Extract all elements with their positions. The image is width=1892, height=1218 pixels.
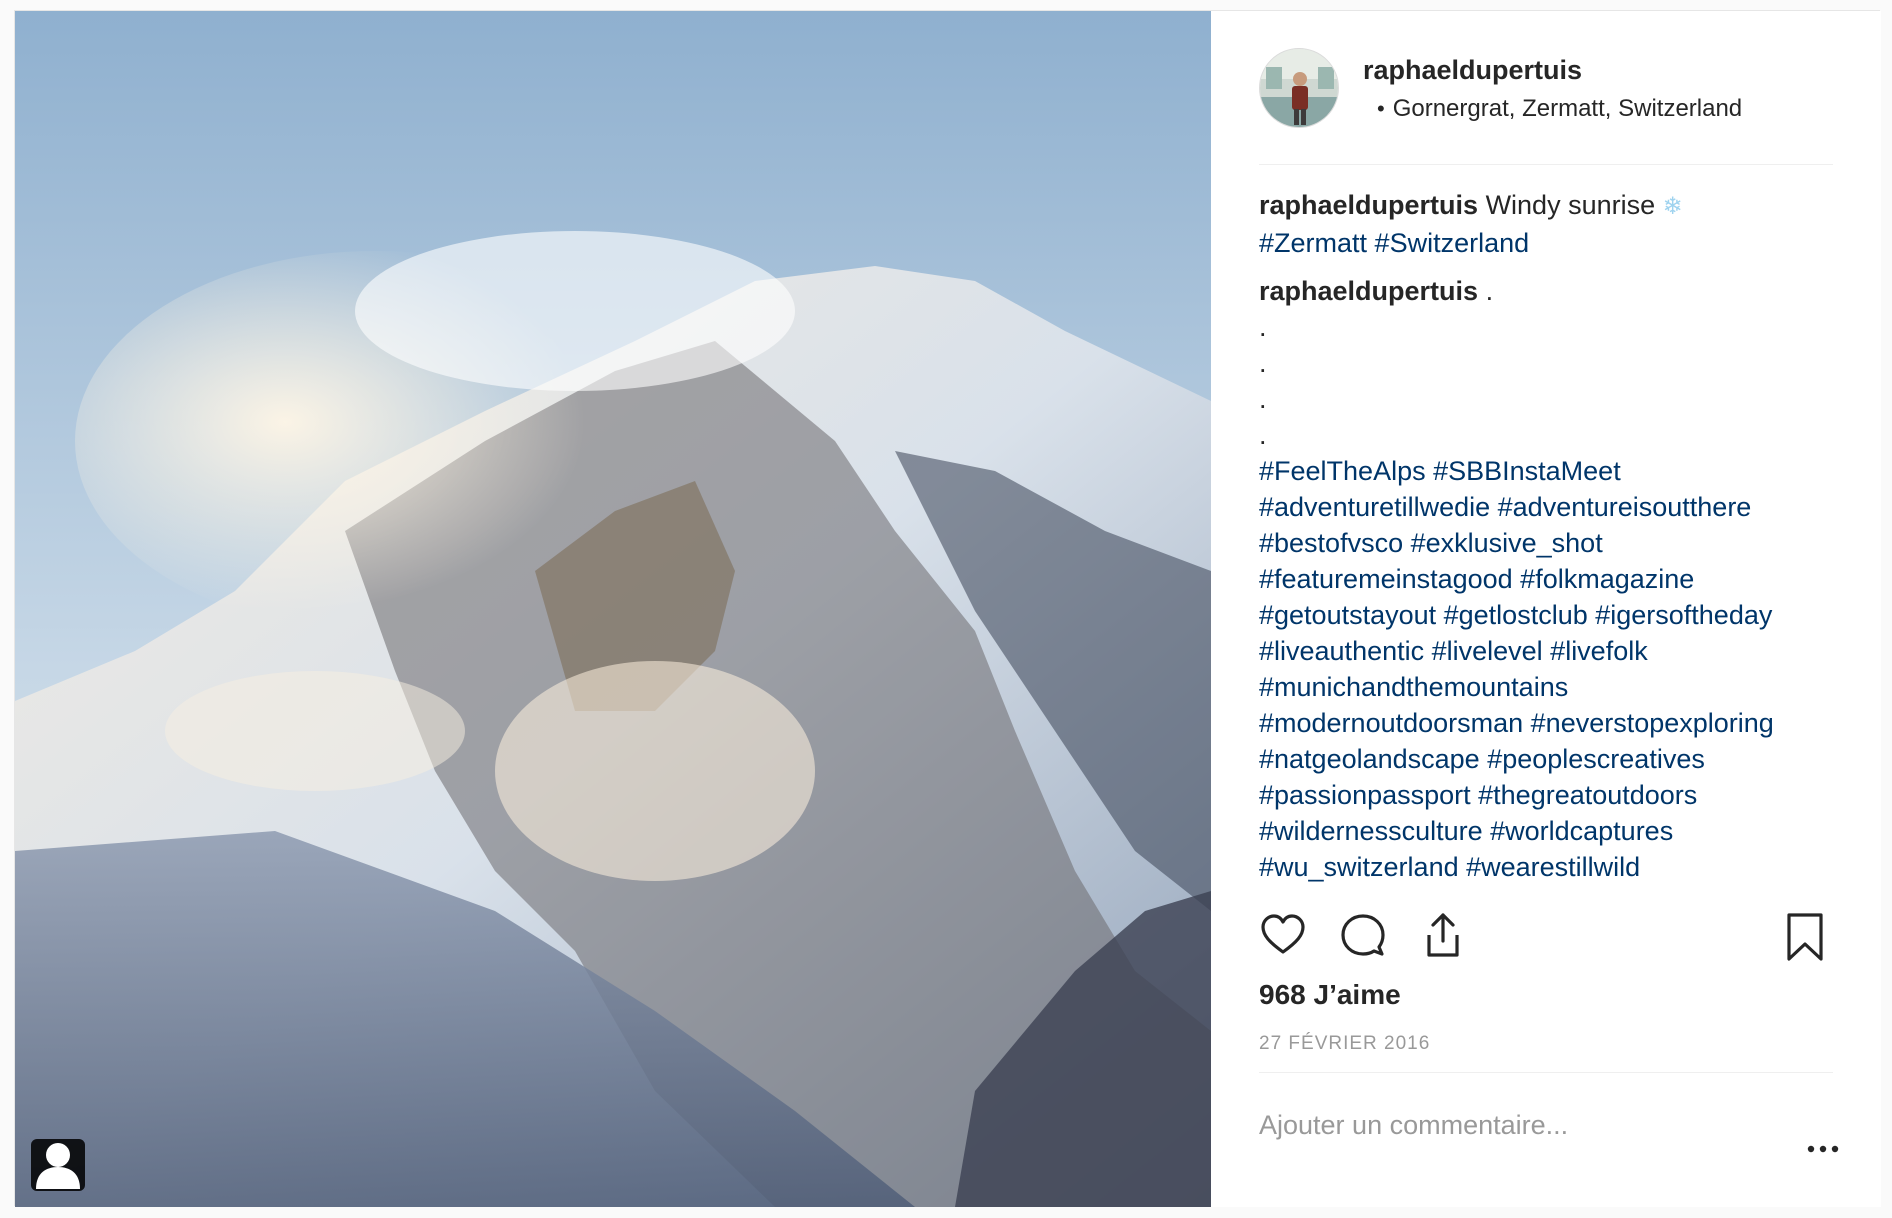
hashtag-line[interactable]: #wildernessculture #worldcaptures — [1259, 813, 1849, 849]
header-username[interactable]: raphaeldupertuis — [1363, 55, 1582, 86]
comment: raphaeldupertuis . . . . . #FeelTheAlps … — [1259, 273, 1849, 885]
mountain-image — [15, 11, 1211, 1207]
hashtag-line[interactable]: #modernoutdoorsman #neverstopexploring — [1259, 705, 1849, 741]
hashtag-line[interactable]: #natgeolandscape #peoplescreatives — [1259, 741, 1849, 777]
post-header: raphaeldupertuis • Gornergrat, Zermatt, S… — [1259, 11, 1833, 165]
save-button[interactable] — [1781, 911, 1833, 963]
caption-username[interactable]: raphaeldupertuis — [1259, 190, 1478, 220]
avatar[interactable] — [1259, 48, 1339, 128]
avatar-image — [1260, 49, 1338, 127]
hashtag-link[interactable]: #Zermatt — [1259, 228, 1367, 258]
user-tag-icon — [36, 1143, 80, 1189]
comment-text: . — [1485, 276, 1494, 306]
hashtag-line[interactable]: #featuremeinstagood #folkmagazine — [1259, 561, 1849, 597]
hashtag-line[interactable]: #adventuretillwedie #adventureisoutthere — [1259, 489, 1849, 525]
comment-dot: . — [1259, 420, 1267, 450]
action-bar — [1259, 911, 1833, 971]
caption: raphaeldupertuis Windy sunrise ❄ #Zermat… — [1259, 187, 1849, 261]
hashtag-line[interactable]: #bestofvsco #exklusive_shot — [1259, 525, 1849, 561]
user-tag-button[interactable] — [31, 1139, 85, 1191]
post-photo[interactable] — [15, 11, 1211, 1207]
like-button[interactable] — [1259, 911, 1311, 963]
post-card: raphaeldupertuis • Gornergrat, Zermatt, S… — [14, 10, 1881, 1207]
divider — [1259, 1072, 1833, 1073]
comment-input[interactable] — [1259, 1103, 1759, 1147]
hashtag-link[interactable]: #Switzerland — [1375, 228, 1530, 258]
location-link[interactable]: • Gornergrat, Zermatt, Switzerland — [1363, 95, 1742, 123]
hashtag-line[interactable]: #wu_switzerland #wearestillwild — [1259, 849, 1849, 885]
location-bullet: • — [1377, 96, 1385, 121]
post-date[interactable]: 27 FÉVRIER 2016 — [1259, 1033, 1430, 1055]
post-sidebar: raphaeldupertuis • Gornergrat, Zermatt, S… — [1211, 11, 1881, 1207]
likes-count[interactable]: 968 J’aime — [1259, 979, 1401, 1011]
comment-dot: . — [1259, 384, 1267, 414]
hashtag-line[interactable]: #FeelTheAlps #SBBInstaMeet — [1259, 453, 1849, 489]
heart-icon — [1261, 914, 1305, 954]
comments-list: raphaeldupertuis Windy sunrise ❄ #Zermat… — [1259, 187, 1849, 897]
hashtag-line[interactable]: #passionpassport #thegreatoutdoors — [1259, 777, 1849, 813]
more-options-button[interactable] — [1803, 1139, 1843, 1159]
comment-username[interactable]: raphaeldupertuis — [1259, 276, 1478, 306]
share-icon — [1427, 913, 1459, 957]
comment-dot: . — [1259, 348, 1267, 378]
snowflake-emoji: ❄ — [1662, 193, 1683, 220]
bookmark-icon — [1787, 913, 1823, 961]
caption-text: Windy sunrise — [1485, 190, 1656, 220]
comment-dot: . — [1259, 312, 1267, 342]
hashtag-line[interactable]: #getoutstayout #getlostclub #igersofthed… — [1259, 597, 1849, 633]
more-dots-icon — [1807, 1145, 1839, 1153]
hashtag-line[interactable]: #munichandthemountains — [1259, 669, 1849, 705]
location-text: Gornergrat, Zermatt, Switzerland — [1392, 95, 1743, 122]
share-button[interactable] — [1419, 911, 1471, 963]
comment-bubble-icon — [1341, 914, 1385, 956]
hashtag-line[interactable]: #liveauthentic #livelevel #livefolk — [1259, 633, 1849, 669]
comment-button[interactable] — [1339, 911, 1391, 963]
